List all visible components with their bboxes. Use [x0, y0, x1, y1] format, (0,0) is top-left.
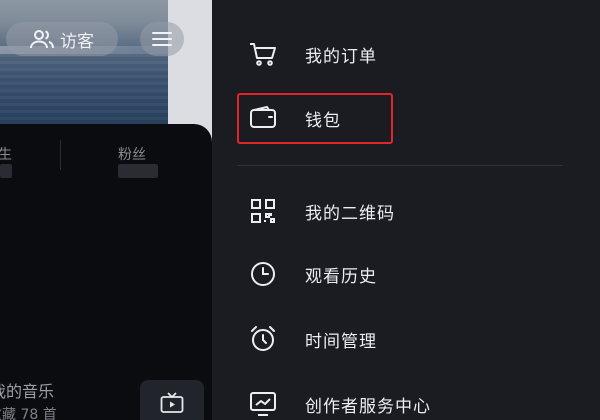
profile-background: 访客 生 粉丝 我的音乐 收藏 78 首 — [0, 0, 212, 420]
menu-item-time-management[interactable]: 时间管理 — [212, 313, 600, 365]
music-title[interactable]: 我的音乐 — [0, 378, 54, 402]
menu-item-label: 我的二维码 — [305, 203, 395, 224]
visitor-button[interactable]: 访客 — [6, 22, 118, 56]
stat-label: 生 — [0, 147, 12, 163]
menu-item-label: 观看历史 — [305, 266, 377, 287]
menu-item-watch-history[interactable]: 观看历史 — [212, 248, 600, 300]
menu-item-label: 创作者服务中心 — [305, 396, 431, 417]
stat-label-fans[interactable]: 粉丝 — [118, 144, 146, 164]
tv-button[interactable] — [140, 380, 204, 420]
visitor-label: 访客 — [60, 31, 94, 52]
menu-button[interactable] — [140, 22, 184, 56]
menu-item-orders[interactable]: 我的订单 — [212, 28, 600, 80]
wallet-highlight-box — [237, 93, 393, 144]
menu-item-qr-code[interactable]: 我的二维码 — [212, 185, 600, 237]
menu-item-creator-center[interactable]: 创作者服务中心 — [212, 378, 600, 420]
status-glyphs: · · · — [517, 0, 556, 6]
stat-divider — [60, 140, 61, 170]
stat-value-hidden — [118, 164, 158, 178]
alarm-icon — [248, 324, 278, 354]
cart-icon — [248, 39, 278, 69]
profile-card — [0, 124, 212, 420]
hamburger-icon — [152, 32, 172, 46]
people-icon — [30, 29, 54, 49]
tv-icon — [160, 392, 184, 414]
side-drawer: · · · 我的订单 钱包 — [212, 0, 600, 420]
menu-item-label: 我的订单 — [305, 46, 377, 67]
menu-item-label: 时间管理 — [305, 331, 377, 352]
monitor-chart-icon — [248, 389, 278, 419]
stat-value-hidden — [0, 164, 12, 178]
music-subtitle: 收藏 78 首 — [0, 407, 57, 420]
clock-icon — [248, 259, 278, 289]
qr-code-icon — [248, 196, 278, 226]
menu-divider — [237, 165, 563, 166]
